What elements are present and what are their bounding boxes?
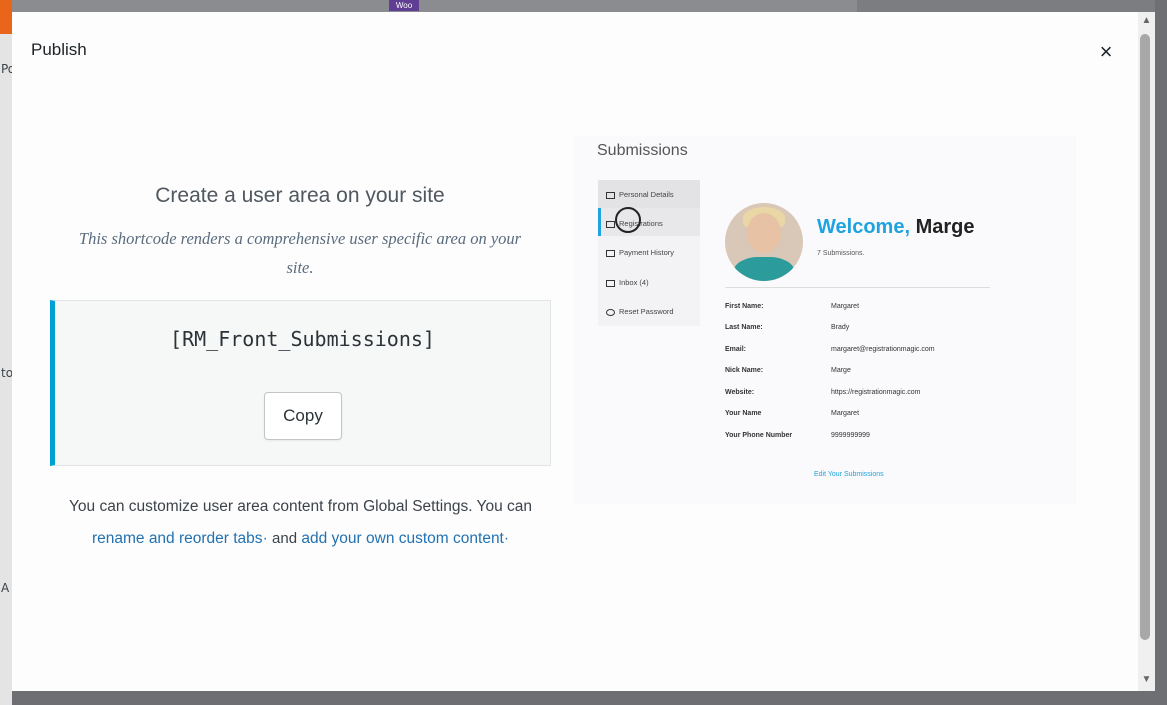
preview-menu-item: Payment History: [606, 248, 674, 257]
preview-title: Submissions: [597, 142, 688, 159]
shortcode-text[interactable]: [RM_Front_Submissions]: [55, 327, 550, 351]
user-card-icon: [606, 191, 615, 199]
scroll-up-arrow-icon[interactable]: ▲: [1138, 14, 1155, 28]
copy-button[interactable]: Copy: [264, 392, 342, 440]
avatar: [725, 203, 803, 281]
preview-divider: [725, 287, 990, 288]
preview-welcome: Welcome, Marge: [817, 216, 975, 238]
scrollbar-thumb[interactable]: [1140, 34, 1150, 640]
key-icon: [606, 308, 615, 316]
preview-menu-item: Reset Password: [606, 307, 674, 316]
check-icon: [606, 220, 615, 228]
mail-icon: [606, 279, 615, 287]
note-and: and: [272, 530, 298, 547]
modal-title: Publish: [31, 40, 87, 59]
add-custom-content-link[interactable]: add your own custom content: [301, 530, 503, 547]
close-icon[interactable]: ×: [1095, 41, 1117, 64]
customize-note: You can customize user area content from…: [69, 498, 532, 547]
rename-reorder-tabs-link[interactable]: rename and reorder tabs: [92, 530, 263, 547]
background-admin-sidebar: Po to A: [0, 0, 15, 705]
preview-sidebar: Personal Details Registrations Payment H…: [598, 180, 700, 326]
background-top-right: [857, 0, 1167, 12]
preview-image: Submissions Personal Details Registratio…: [573, 136, 1076, 504]
section-heading: Create a user area on your site: [155, 184, 445, 207]
note-text: You can customize user area content from…: [69, 498, 532, 515]
woo-logo: Woo: [389, 0, 419, 11]
background-right: [1155, 0, 1167, 705]
preview-edit-link: Edit Your Submissions: [814, 471, 884, 478]
card-icon: [606, 249, 615, 257]
preview-submission-count: 7 Submissions.: [817, 250, 865, 257]
cursor-highlight: [615, 207, 641, 233]
shortcode-box: [RM_Front_Submissions] Copy: [50, 300, 551, 466]
background-top: Woo: [12, 0, 857, 12]
background-text: A: [1, 581, 10, 595]
publish-modal: Publish × Create a user area on your sit…: [12, 12, 1138, 691]
section-description: This shortcode renders a comprehensive u…: [78, 229, 522, 277]
preview-menu-item: Inbox (4): [606, 278, 649, 287]
preview-menu-item: Personal Details: [606, 190, 674, 199]
background-plugin-icon: [0, 0, 12, 34]
scroll-down-arrow-icon[interactable]: ▼: [1138, 673, 1155, 687]
